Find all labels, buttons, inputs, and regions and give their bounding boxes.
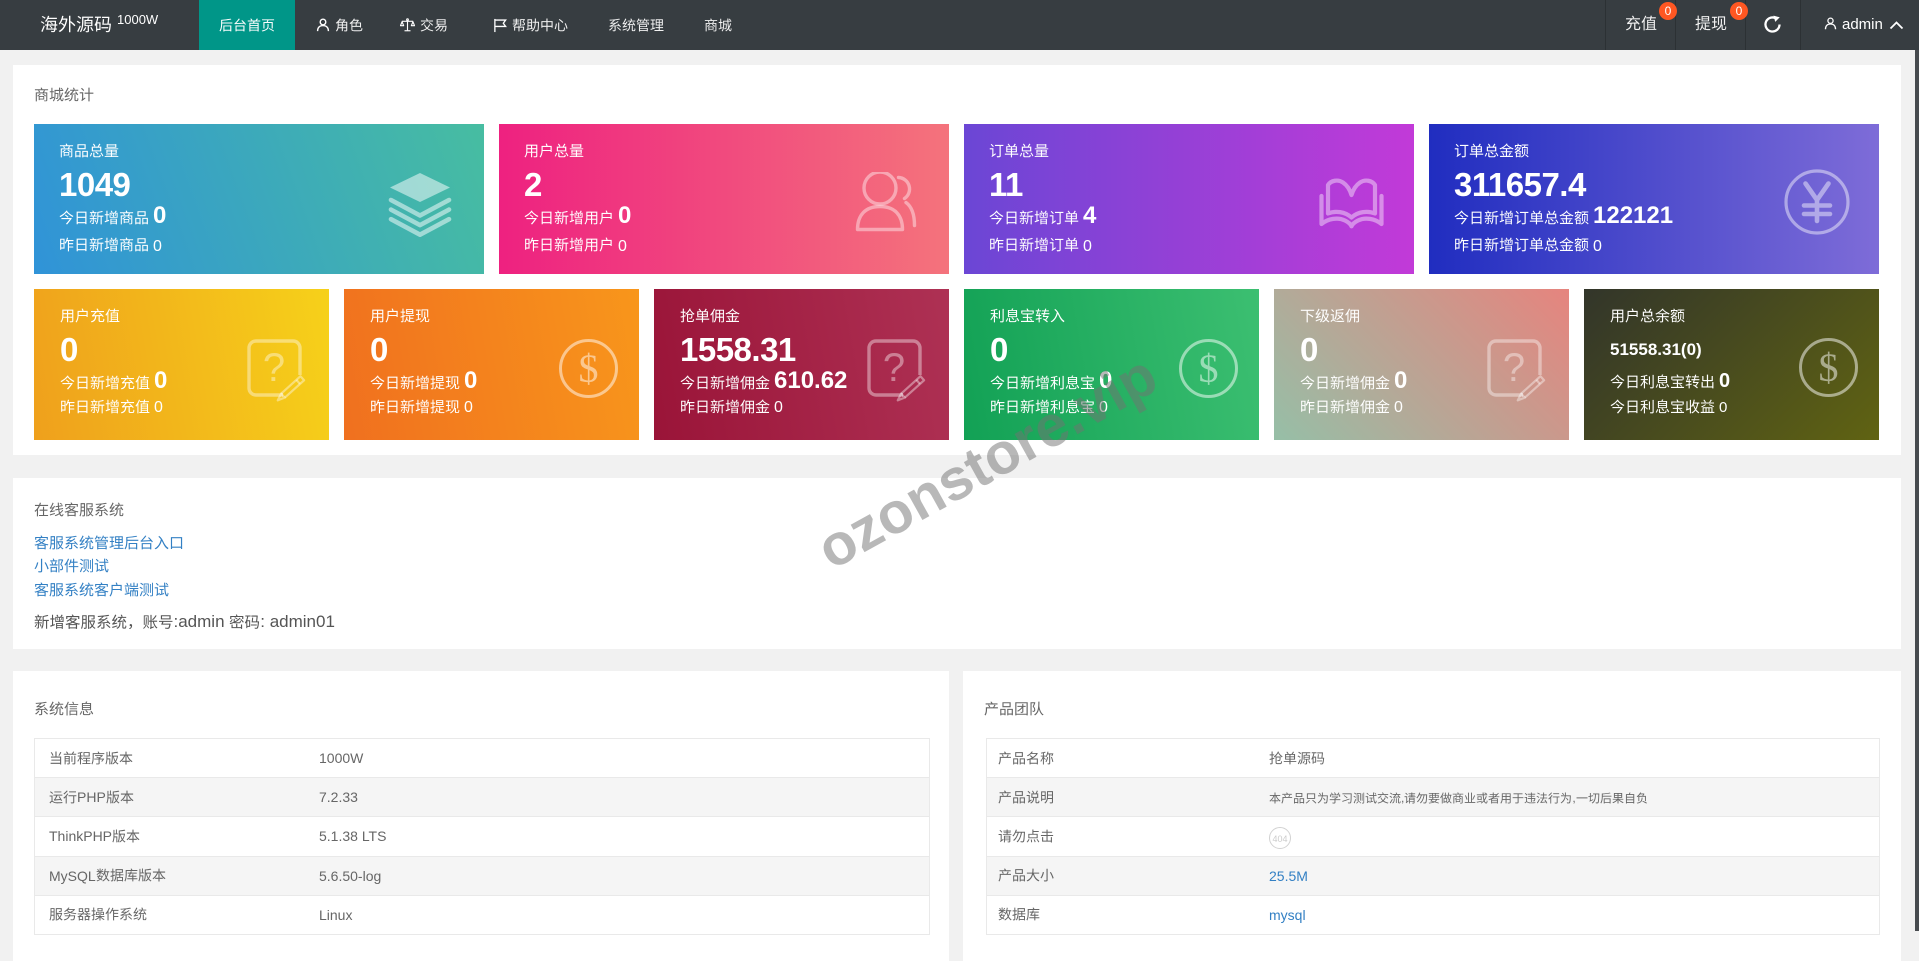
- svg-text:$: $: [579, 346, 599, 391]
- svg-text:?: ?: [883, 346, 905, 390]
- svg-text:$: $: [1199, 346, 1219, 391]
- svg-text:?: ?: [263, 346, 285, 390]
- svg-text:$: $: [1819, 345, 1839, 390]
- svg-text:?: ?: [1503, 346, 1525, 390]
